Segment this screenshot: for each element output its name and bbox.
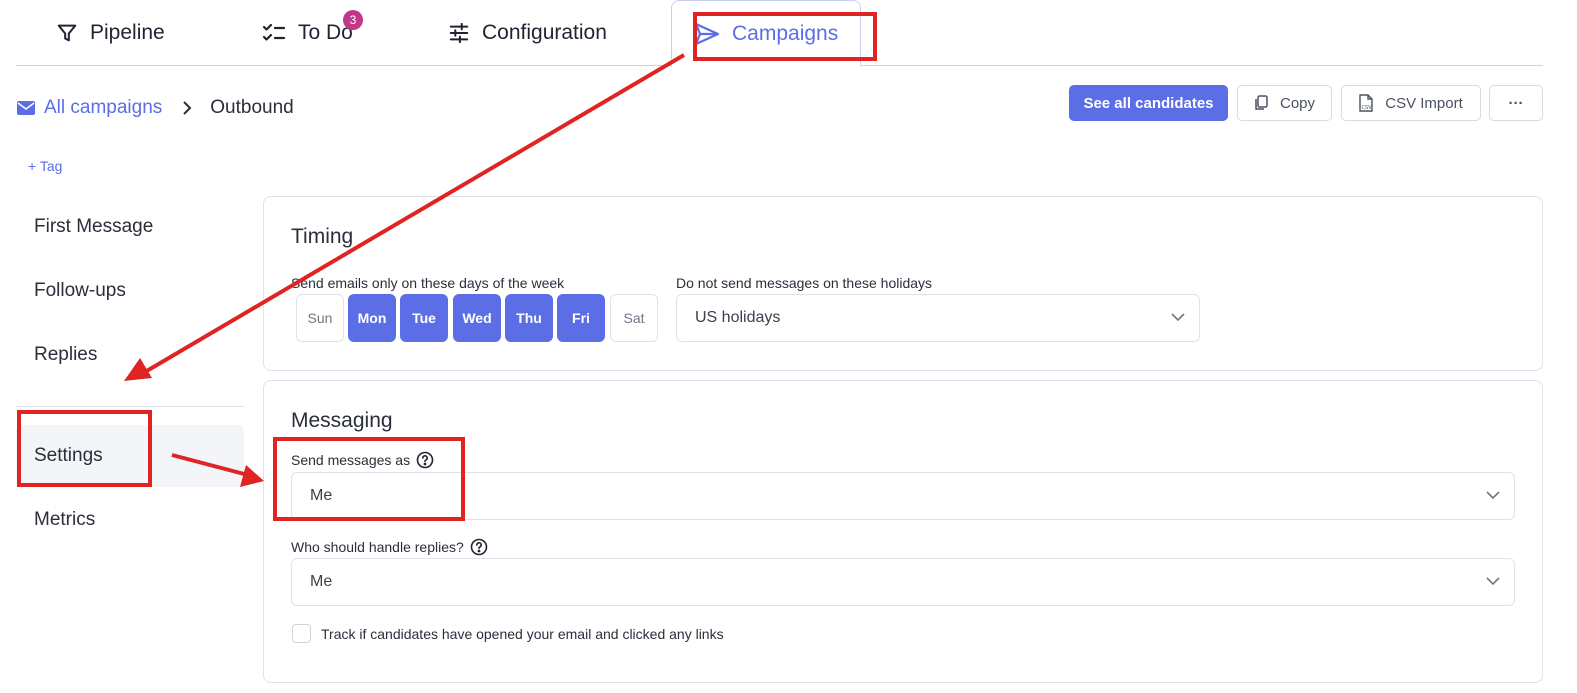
track-opens-label: Track if candidates have opened your ema… <box>321 626 724 642</box>
nav-settings[interactable]: Settings <box>16 425 244 487</box>
nav-first-message[interactable]: First Message <box>16 196 244 258</box>
send-icon <box>694 22 720 45</box>
send-as-label-text: Send messages as <box>291 452 411 468</box>
more-options-button[interactable]: ··· <box>1489 85 1543 121</box>
copy-label: Copy <box>1279 94 1316 112</box>
chevron-down-icon <box>1486 491 1500 500</box>
add-tag-link[interactable]: + Tag <box>28 158 62 174</box>
nav-follow-ups[interactable]: Follow-ups <box>16 260 244 322</box>
chevron-right-icon <box>182 100 192 116</box>
checklist-icon <box>262 23 286 41</box>
chevron-down-icon <box>1171 313 1185 322</box>
day-sat[interactable]: Sat <box>610 294 658 342</box>
csv-import-button[interactable]: CSV CSV Import <box>1341 85 1481 121</box>
svg-text:CSV: CSV <box>1362 105 1373 111</box>
nav-replies[interactable]: Replies <box>16 324 244 386</box>
top-tab-bar: Pipeline To Do 3 Configuration Campaigns <box>16 0 1543 67</box>
nav-metrics[interactable]: Metrics <box>16 489 244 551</box>
day-mon[interactable]: Mon <box>348 294 396 342</box>
replies-label-text: Who should handle replies? <box>291 539 464 555</box>
day-tue[interactable]: Tue <box>400 294 448 342</box>
tab-campaigns[interactable]: Campaigns <box>671 0 862 67</box>
tab-campaigns-label: Campaigns <box>732 21 839 45</box>
see-all-candidates-button[interactable]: See all candidates <box>1069 85 1228 121</box>
day-thu[interactable]: Thu <box>505 294 553 342</box>
day-sun[interactable]: Sun <box>296 294 344 342</box>
tab-pipeline[interactable]: Pipeline <box>56 0 165 66</box>
holidays-value: US holidays <box>695 309 781 326</box>
timing-panel: Timing Send emails only on these days of… <box>263 196 1543 371</box>
replies-value: Me <box>310 573 333 590</box>
filter-icon <box>57 24 77 42</box>
copy-button[interactable]: Copy <box>1237 85 1332 121</box>
track-opens-checkbox[interactable] <box>292 624 311 643</box>
csv-import-label: CSV Import <box>1385 94 1463 112</box>
envelope-icon <box>17 101 35 115</box>
tab-todo[interactable]: To Do <box>262 0 353 66</box>
day-fri[interactable]: Fri <box>557 294 605 342</box>
tab-configuration-label: Configuration <box>482 21 607 44</box>
messaging-panel: Messaging Send messages as Me Who should… <box>263 380 1543 683</box>
breadcrumb: All campaigns Outbound <box>17 94 294 122</box>
tab-configuration[interactable]: Configuration <box>448 0 607 66</box>
messaging-title: Messaging <box>291 409 393 432</box>
holidays-label: Do not send messages on these holidays <box>676 275 933 291</box>
send-as-value: Me <box>310 487 333 504</box>
copy-icon <box>1255 95 1268 110</box>
replies-label: Who should handle replies? <box>291 538 488 556</box>
day-wed[interactable]: Wed <box>453 294 501 342</box>
sliders-icon <box>449 22 469 44</box>
nav-divider <box>16 406 244 407</box>
send-as-select[interactable]: Me <box>291 472 1515 520</box>
replies-select[interactable]: Me <box>291 558 1515 606</box>
help-icon[interactable] <box>470 538 488 556</box>
chevron-down-icon <box>1486 577 1500 586</box>
csv-file-icon: CSV <box>1359 94 1373 112</box>
all-campaigns-link[interactable]: All campaigns <box>17 97 162 119</box>
holidays-select[interactable]: US holidays <box>676 294 1200 342</box>
tab-pipeline-label: Pipeline <box>90 21 165 44</box>
todo-count-badge: 3 <box>343 10 363 30</box>
breadcrumb-current: Outbound <box>210 97 294 118</box>
days-label: Send emails only on these days of the we… <box>291 275 565 291</box>
all-campaigns-label: All campaigns <box>44 97 163 118</box>
help-icon[interactable] <box>416 451 434 469</box>
timing-title: Timing <box>291 225 354 248</box>
send-as-label: Send messages as <box>291 451 434 469</box>
